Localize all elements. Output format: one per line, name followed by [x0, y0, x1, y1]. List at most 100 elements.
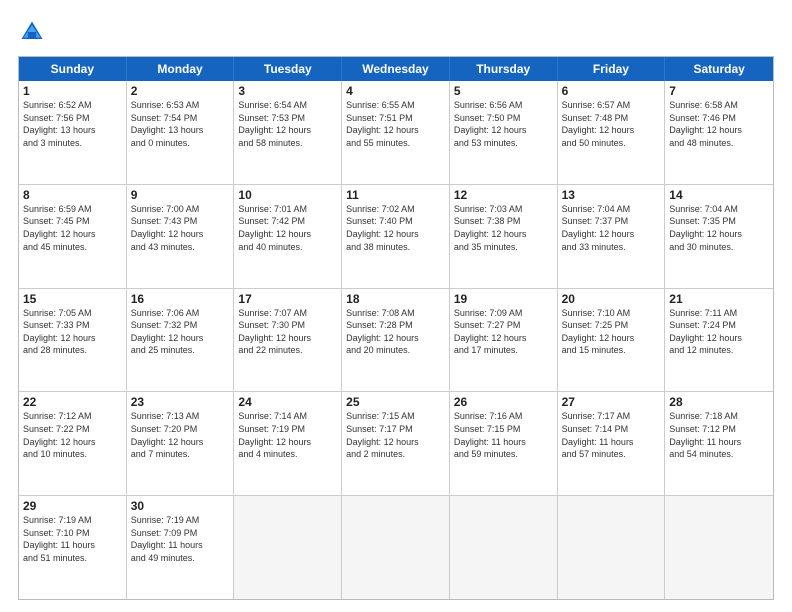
day-info: Sunrise: 7:15 AMSunset: 7:17 PMDaylight:… — [346, 410, 445, 460]
day-cell-5: 5Sunrise: 6:56 AMSunset: 7:50 PMDaylight… — [450, 81, 558, 184]
day-number: 30 — [131, 499, 230, 513]
day-cell-8: 8Sunrise: 6:59 AMSunset: 7:45 PMDaylight… — [19, 185, 127, 288]
day-number: 8 — [23, 188, 122, 202]
day-info: Sunrise: 7:13 AMSunset: 7:20 PMDaylight:… — [131, 410, 230, 460]
calendar: SundayMondayTuesdayWednesdayThursdayFrid… — [18, 56, 774, 600]
day-number: 16 — [131, 292, 230, 306]
empty-cell — [558, 496, 666, 599]
day-info: Sunrise: 7:01 AMSunset: 7:42 PMDaylight:… — [238, 203, 337, 253]
day-info: Sunrise: 7:04 AMSunset: 7:37 PMDaylight:… — [562, 203, 661, 253]
day-cell-3: 3Sunrise: 6:54 AMSunset: 7:53 PMDaylight… — [234, 81, 342, 184]
day-info: Sunrise: 7:12 AMSunset: 7:22 PMDaylight:… — [23, 410, 122, 460]
day-cell-9: 9Sunrise: 7:00 AMSunset: 7:43 PMDaylight… — [127, 185, 235, 288]
day-number: 28 — [669, 395, 769, 409]
day-cell-7: 7Sunrise: 6:58 AMSunset: 7:46 PMDaylight… — [665, 81, 773, 184]
day-cell-20: 20Sunrise: 7:10 AMSunset: 7:25 PMDayligh… — [558, 289, 666, 392]
day-number: 4 — [346, 84, 445, 98]
day-cell-1: 1Sunrise: 6:52 AMSunset: 7:56 PMDaylight… — [19, 81, 127, 184]
day-info: Sunrise: 6:55 AMSunset: 7:51 PMDaylight:… — [346, 99, 445, 149]
day-info: Sunrise: 7:02 AMSunset: 7:40 PMDaylight:… — [346, 203, 445, 253]
empty-cell — [234, 496, 342, 599]
day-number: 3 — [238, 84, 337, 98]
day-cell-2: 2Sunrise: 6:53 AMSunset: 7:54 PMDaylight… — [127, 81, 235, 184]
day-cell-14: 14Sunrise: 7:04 AMSunset: 7:35 PMDayligh… — [665, 185, 773, 288]
day-info: Sunrise: 6:58 AMSunset: 7:46 PMDaylight:… — [669, 99, 769, 149]
day-number: 12 — [454, 188, 553, 202]
day-info: Sunrise: 7:00 AMSunset: 7:43 PMDaylight:… — [131, 203, 230, 253]
day-cell-26: 26Sunrise: 7:16 AMSunset: 7:15 PMDayligh… — [450, 392, 558, 495]
day-number: 26 — [454, 395, 553, 409]
day-info: Sunrise: 6:56 AMSunset: 7:50 PMDaylight:… — [454, 99, 553, 149]
empty-cell — [450, 496, 558, 599]
day-cell-22: 22Sunrise: 7:12 AMSunset: 7:22 PMDayligh… — [19, 392, 127, 495]
weekday-header-tuesday: Tuesday — [234, 57, 342, 81]
day-cell-30: 30Sunrise: 7:19 AMSunset: 7:09 PMDayligh… — [127, 496, 235, 599]
day-number: 14 — [669, 188, 769, 202]
day-number: 19 — [454, 292, 553, 306]
day-info: Sunrise: 7:06 AMSunset: 7:32 PMDaylight:… — [131, 307, 230, 357]
day-number: 24 — [238, 395, 337, 409]
day-number: 18 — [346, 292, 445, 306]
day-cell-23: 23Sunrise: 7:13 AMSunset: 7:20 PMDayligh… — [127, 392, 235, 495]
day-info: Sunrise: 7:18 AMSunset: 7:12 PMDaylight:… — [669, 410, 769, 460]
empty-cell — [665, 496, 773, 599]
day-number: 2 — [131, 84, 230, 98]
day-number: 23 — [131, 395, 230, 409]
page: SundayMondayTuesdayWednesdayThursdayFrid… — [0, 0, 792, 612]
day-info: Sunrise: 6:52 AMSunset: 7:56 PMDaylight:… — [23, 99, 122, 149]
day-cell-18: 18Sunrise: 7:08 AMSunset: 7:28 PMDayligh… — [342, 289, 450, 392]
day-cell-16: 16Sunrise: 7:06 AMSunset: 7:32 PMDayligh… — [127, 289, 235, 392]
day-cell-29: 29Sunrise: 7:19 AMSunset: 7:10 PMDayligh… — [19, 496, 127, 599]
calendar-body: 1Sunrise: 6:52 AMSunset: 7:56 PMDaylight… — [19, 81, 773, 599]
day-cell-13: 13Sunrise: 7:04 AMSunset: 7:37 PMDayligh… — [558, 185, 666, 288]
day-number: 6 — [562, 84, 661, 98]
day-number: 11 — [346, 188, 445, 202]
day-cell-19: 19Sunrise: 7:09 AMSunset: 7:27 PMDayligh… — [450, 289, 558, 392]
day-number: 7 — [669, 84, 769, 98]
day-info: Sunrise: 7:16 AMSunset: 7:15 PMDaylight:… — [454, 410, 553, 460]
day-info: Sunrise: 6:59 AMSunset: 7:45 PMDaylight:… — [23, 203, 122, 253]
day-number: 10 — [238, 188, 337, 202]
day-info: Sunrise: 7:05 AMSunset: 7:33 PMDaylight:… — [23, 307, 122, 357]
day-cell-4: 4Sunrise: 6:55 AMSunset: 7:51 PMDaylight… — [342, 81, 450, 184]
day-number: 29 — [23, 499, 122, 513]
logo — [18, 18, 50, 46]
day-info: Sunrise: 7:19 AMSunset: 7:10 PMDaylight:… — [23, 514, 122, 564]
day-cell-27: 27Sunrise: 7:17 AMSunset: 7:14 PMDayligh… — [558, 392, 666, 495]
calendar-row-2: 8Sunrise: 6:59 AMSunset: 7:45 PMDaylight… — [19, 184, 773, 288]
day-info: Sunrise: 6:54 AMSunset: 7:53 PMDaylight:… — [238, 99, 337, 149]
weekday-header-sunday: Sunday — [19, 57, 127, 81]
header — [18, 18, 774, 46]
calendar-row-4: 22Sunrise: 7:12 AMSunset: 7:22 PMDayligh… — [19, 391, 773, 495]
day-info: Sunrise: 7:10 AMSunset: 7:25 PMDaylight:… — [562, 307, 661, 357]
day-info: Sunrise: 7:08 AMSunset: 7:28 PMDaylight:… — [346, 307, 445, 357]
day-cell-25: 25Sunrise: 7:15 AMSunset: 7:17 PMDayligh… — [342, 392, 450, 495]
day-cell-12: 12Sunrise: 7:03 AMSunset: 7:38 PMDayligh… — [450, 185, 558, 288]
day-info: Sunrise: 6:53 AMSunset: 7:54 PMDaylight:… — [131, 99, 230, 149]
day-number: 17 — [238, 292, 337, 306]
day-number: 15 — [23, 292, 122, 306]
day-info: Sunrise: 7:04 AMSunset: 7:35 PMDaylight:… — [669, 203, 769, 253]
day-number: 21 — [669, 292, 769, 306]
day-number: 20 — [562, 292, 661, 306]
day-number: 27 — [562, 395, 661, 409]
weekday-header-wednesday: Wednesday — [342, 57, 450, 81]
day-cell-21: 21Sunrise: 7:11 AMSunset: 7:24 PMDayligh… — [665, 289, 773, 392]
day-number: 9 — [131, 188, 230, 202]
logo-icon — [18, 18, 46, 46]
weekday-header-monday: Monday — [127, 57, 235, 81]
day-cell-6: 6Sunrise: 6:57 AMSunset: 7:48 PMDaylight… — [558, 81, 666, 184]
weekday-header-friday: Friday — [558, 57, 666, 81]
day-number: 13 — [562, 188, 661, 202]
day-cell-11: 11Sunrise: 7:02 AMSunset: 7:40 PMDayligh… — [342, 185, 450, 288]
day-cell-17: 17Sunrise: 7:07 AMSunset: 7:30 PMDayligh… — [234, 289, 342, 392]
day-info: Sunrise: 7:03 AMSunset: 7:38 PMDaylight:… — [454, 203, 553, 253]
day-number: 22 — [23, 395, 122, 409]
day-cell-10: 10Sunrise: 7:01 AMSunset: 7:42 PMDayligh… — [234, 185, 342, 288]
day-number: 1 — [23, 84, 122, 98]
day-cell-24: 24Sunrise: 7:14 AMSunset: 7:19 PMDayligh… — [234, 392, 342, 495]
day-info: Sunrise: 6:57 AMSunset: 7:48 PMDaylight:… — [562, 99, 661, 149]
calendar-row-5: 29Sunrise: 7:19 AMSunset: 7:10 PMDayligh… — [19, 495, 773, 599]
day-info: Sunrise: 7:09 AMSunset: 7:27 PMDaylight:… — [454, 307, 553, 357]
day-info: Sunrise: 7:11 AMSunset: 7:24 PMDaylight:… — [669, 307, 769, 357]
